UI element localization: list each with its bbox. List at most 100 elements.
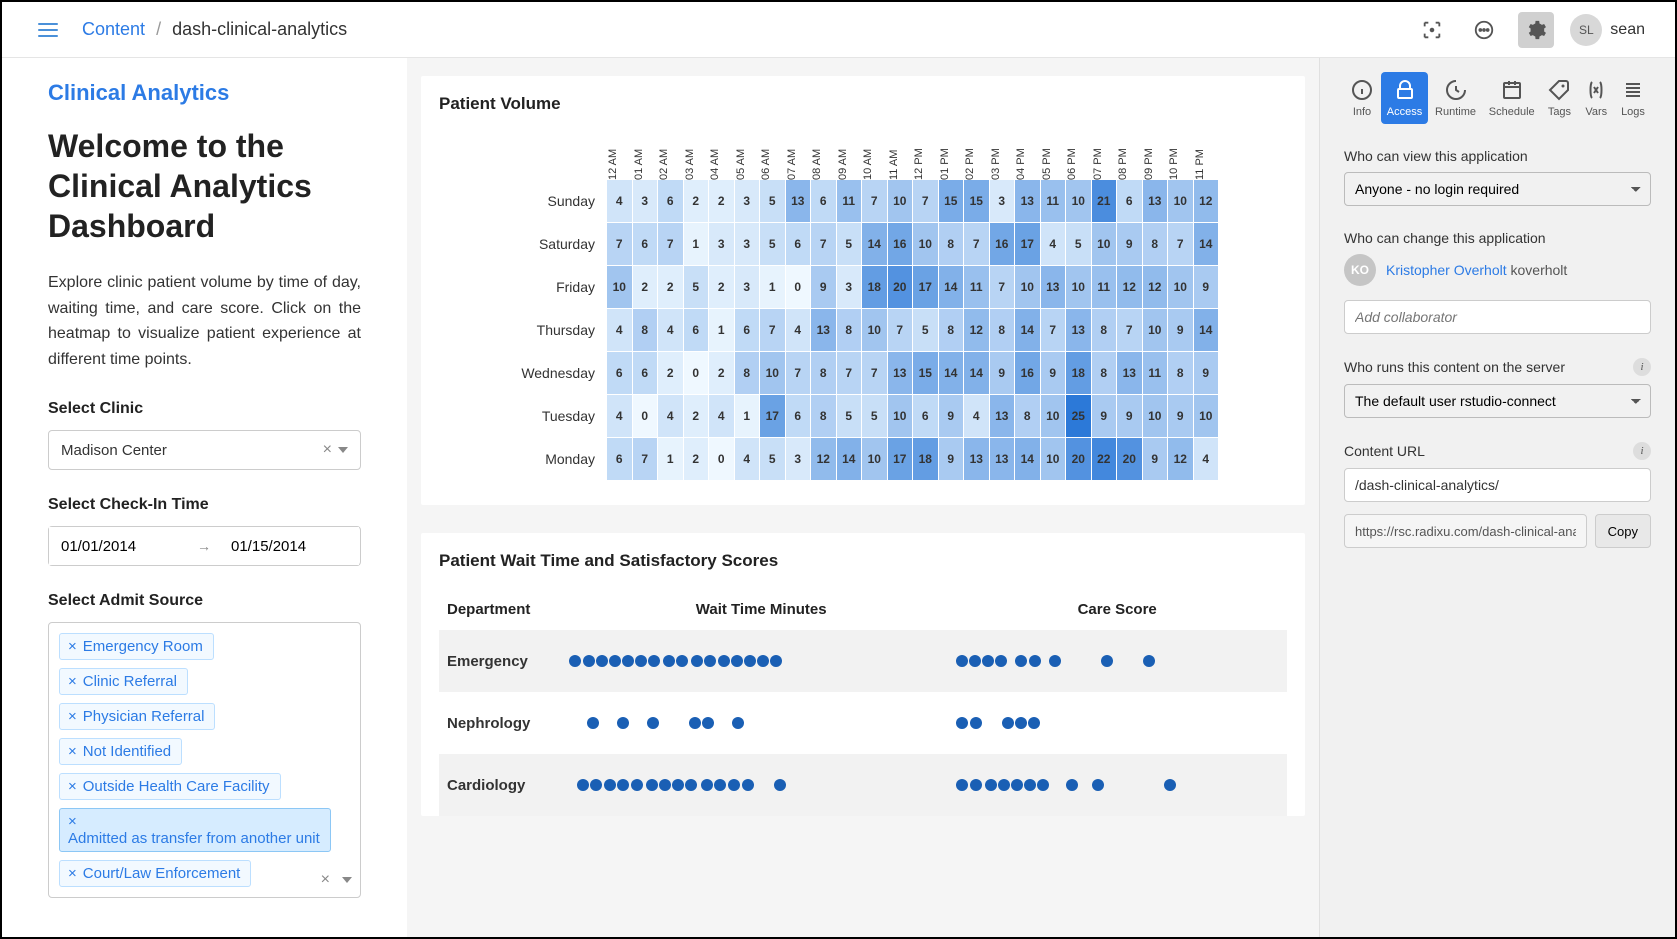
heatmap-cell[interactable]: 9	[1168, 309, 1193, 351]
heatmap-cell[interactable]: 13	[990, 395, 1015, 437]
heatmap-cell[interactable]: 8	[939, 309, 964, 351]
heatmap-cell[interactable]: 14	[964, 352, 989, 394]
heatmap-cell[interactable]: 8	[811, 352, 836, 394]
heatmap-cell[interactable]: 1	[684, 223, 709, 265]
heatmap-cell[interactable]: 8	[837, 309, 862, 351]
heatmap-cell[interactable]: 13	[1015, 180, 1040, 222]
heatmap-cell[interactable]: 4	[1041, 223, 1066, 265]
heatmap-cell[interactable]: 10	[1168, 266, 1193, 308]
heatmap-cell[interactable]: 10	[1015, 266, 1040, 308]
heatmap-cell[interactable]: 7	[837, 352, 862, 394]
heatmap-cell[interactable]: 2	[684, 438, 709, 480]
dot-plot[interactable]	[955, 655, 1155, 667]
heatmap-cell[interactable]: 7	[862, 352, 887, 394]
admit-tag[interactable]: ×Physician Referral	[59, 703, 215, 730]
heatmap-cell[interactable]: 7	[862, 180, 887, 222]
heatmap-cell[interactable]: 14	[837, 438, 862, 480]
heatmap-cell[interactable]: 7	[888, 309, 913, 351]
heatmap-cell[interactable]: 5	[837, 395, 862, 437]
heatmap-cell[interactable]: 13	[990, 438, 1015, 480]
heatmap-cell[interactable]: 9	[1194, 352, 1219, 394]
fullscreen-icon[interactable]	[1414, 12, 1450, 48]
heatmap-cell[interactable]: 14	[1015, 438, 1040, 480]
heatmap-cell[interactable]: 7	[1117, 309, 1142, 351]
content-url-input[interactable]	[1344, 468, 1651, 502]
date-from-input[interactable]	[49, 527, 189, 565]
heatmap-cell[interactable]: 20	[1117, 438, 1142, 480]
heatmap-cell[interactable]: 1	[709, 309, 734, 351]
heatmap-cell[interactable]: 8	[990, 309, 1015, 351]
tag-remove-icon[interactable]: ×	[68, 638, 77, 655]
heatmap-cell[interactable]: 3	[735, 180, 760, 222]
heatmap-cell[interactable]: 10	[1143, 309, 1168, 351]
heatmap-cell[interactable]: 14	[939, 352, 964, 394]
heatmap-cell[interactable]: 14	[1015, 309, 1040, 351]
admit-tag[interactable]: ×Outside Health Care Facility	[59, 773, 281, 800]
heatmap-cell[interactable]: 7	[607, 223, 632, 265]
heatmap-cell[interactable]: 9	[1168, 395, 1193, 437]
heatmap-cell[interactable]: 18	[862, 266, 887, 308]
heatmap-cell[interactable]: 5	[760, 438, 785, 480]
heatmap-cell[interactable]: 15	[964, 180, 989, 222]
heatmap-cell[interactable]: 9	[939, 395, 964, 437]
heatmap-cell[interactable]: 10	[888, 180, 913, 222]
heatmap-cell[interactable]: 5	[760, 180, 785, 222]
heatmap-cell[interactable]: 6	[913, 395, 938, 437]
heatmap-cell[interactable]: 10	[760, 352, 785, 394]
heatmap-cell[interactable]: 4	[786, 309, 811, 351]
tag-remove-icon[interactable]: ×	[68, 673, 77, 690]
heatmap-cell[interactable]: 1	[735, 395, 760, 437]
heatmap-cell[interactable]: 8	[633, 309, 658, 351]
heatmap-cell[interactable]: 8	[1168, 352, 1193, 394]
heatmap-cell[interactable]: 4	[607, 309, 632, 351]
heatmap-cell[interactable]: 14	[1194, 223, 1219, 265]
heatmap-cell[interactable]: 13	[1143, 180, 1168, 222]
heatmap-cell[interactable]: 10	[607, 266, 632, 308]
heatmap-cell[interactable]: 12	[1168, 438, 1193, 480]
tag-remove-icon[interactable]: ×	[68, 778, 77, 795]
heatmap-cell[interactable]: 2	[658, 352, 683, 394]
admit-tag[interactable]: ×Admitted as transfer from another unit	[59, 808, 331, 852]
heatmap-cell[interactable]: 6	[735, 309, 760, 351]
heatmap-cell[interactable]: 12	[964, 309, 989, 351]
heatmap-cell[interactable]: 9	[1117, 223, 1142, 265]
heatmap-cell[interactable]: 7	[964, 223, 989, 265]
heatmap-cell[interactable]: 13	[888, 352, 913, 394]
clear-icon[interactable]: ×	[321, 871, 330, 889]
heatmap-cell[interactable]: 12	[1143, 266, 1168, 308]
heatmap-cell[interactable]: 9	[811, 266, 836, 308]
heatmap-cell[interactable]: 3	[735, 266, 760, 308]
heatmap-cell[interactable]: 9	[1117, 395, 1142, 437]
heatmap-cell[interactable]: 6	[607, 438, 632, 480]
heatmap-cell[interactable]: 13	[964, 438, 989, 480]
heatmap-cell[interactable]: 6	[786, 223, 811, 265]
heatmap-cell[interactable]: 10	[1168, 180, 1193, 222]
heatmap-cell[interactable]: 12	[1194, 180, 1219, 222]
chevron-down-icon[interactable]	[342, 877, 352, 883]
tag-remove-icon[interactable]: ×	[68, 743, 77, 760]
heatmap-cell[interactable]: 4	[607, 395, 632, 437]
heatmap-cell[interactable]: 10	[1092, 223, 1117, 265]
info-icon[interactable]: i	[1633, 442, 1651, 460]
heatmap-cell[interactable]: 4	[964, 395, 989, 437]
tab-runtime[interactable]: Runtime	[1429, 72, 1482, 124]
heatmap-cell[interactable]: 12	[1117, 266, 1142, 308]
heatmap-cell[interactable]: 8	[1143, 223, 1168, 265]
heatmap-cell[interactable]: 4	[658, 395, 683, 437]
date-range-picker[interactable]: →	[48, 526, 361, 566]
tab-access[interactable]: Access	[1381, 72, 1428, 124]
heatmap-cell[interactable]: 7	[990, 266, 1015, 308]
heatmap-cell[interactable]: 4	[1194, 438, 1219, 480]
heatmap-cell[interactable]: 2	[709, 352, 734, 394]
heatmap-cell[interactable]: 18	[1066, 352, 1091, 394]
heatmap-cell[interactable]: 13	[1041, 266, 1066, 308]
heatmap-cell[interactable]: 3	[735, 223, 760, 265]
heatmap-cell[interactable]: 11	[837, 180, 862, 222]
heatmap-cell[interactable]: 7	[1041, 309, 1066, 351]
dot-plot[interactable]	[955, 717, 1041, 729]
heatmap-cell[interactable]: 2	[658, 266, 683, 308]
heatmap-cell[interactable]: 7	[1168, 223, 1193, 265]
heatmap-cell[interactable]: 11	[1041, 180, 1066, 222]
heatmap-cell[interactable]: 11	[1092, 266, 1117, 308]
heatmap-cell[interactable]: 9	[1194, 266, 1219, 308]
